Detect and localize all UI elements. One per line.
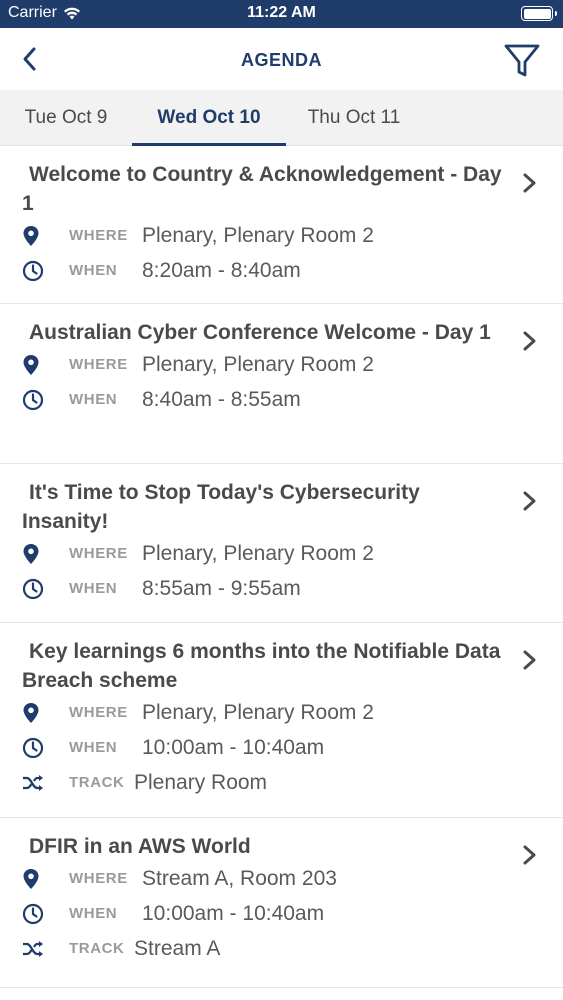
clock-icon xyxy=(22,903,44,924)
chevron-right-icon xyxy=(523,650,536,670)
where-label: WHERE xyxy=(69,227,128,244)
filter-icon[interactable] xyxy=(503,42,541,80)
when-value: 10:00am - 10:40am xyxy=(142,901,325,925)
clock-icon xyxy=(22,389,44,410)
when-value: 8:55am - 9:55am xyxy=(142,576,301,600)
clock-icon xyxy=(22,260,44,281)
where-label: WHERE xyxy=(69,870,128,887)
session-title: It's Time to Stop Today's Cybersecurity … xyxy=(22,481,420,533)
when-label: WHEN xyxy=(69,580,118,597)
where-value: Stream A, Room 203 xyxy=(142,866,337,890)
date-tabs: Tue Oct 9 Wed Oct 10 Thu Oct 11 xyxy=(0,90,563,146)
where-row: WHERE Plenary, Plenary Room 2 xyxy=(22,218,507,253)
track-value: Stream A xyxy=(134,936,221,960)
nav-bar: AGENDA xyxy=(0,28,563,90)
when-label: WHEN xyxy=(69,739,118,756)
session-title: DFIR in an AWS World xyxy=(29,835,251,858)
map-pin-icon xyxy=(23,868,39,889)
track-label: TRACK xyxy=(69,940,125,957)
where-value: Plenary, Plenary Room 2 xyxy=(142,352,374,376)
session-item[interactable]: Australian Cyber Conference Welcome - Da… xyxy=(0,304,563,464)
when-row: WHEN 8:40am - 8:55am xyxy=(22,382,507,417)
clock-icon xyxy=(22,578,44,599)
when-value: 10:00am - 10:40am xyxy=(142,735,325,759)
clock-icon xyxy=(22,737,44,758)
map-pin-icon xyxy=(23,543,39,564)
chevron-right-icon xyxy=(523,491,536,511)
page-title: AGENDA xyxy=(240,50,322,70)
track-row: TRACK Stream A xyxy=(22,931,507,966)
when-row: WHEN 8:55am - 9:55am xyxy=(22,571,507,606)
status-time: 11:22 AM xyxy=(247,4,316,21)
chevron-right-icon xyxy=(523,331,536,351)
when-row: WHEN 8:20am - 8:40am xyxy=(22,253,507,288)
where-row: WHERE Plenary, Plenary Room 2 xyxy=(22,695,507,730)
where-row: WHERE Plenary, Plenary Room 2 xyxy=(22,347,507,382)
status-bar: Carrier 11:22 AM xyxy=(0,0,563,28)
when-value: 8:40am - 8:55am xyxy=(142,387,301,411)
session-item[interactable]: It's Time to Stop Today's Cybersecurity … xyxy=(0,464,563,623)
when-label: WHEN xyxy=(69,391,118,408)
session-list: Welcome to Country & Acknowledgement - D… xyxy=(0,146,563,988)
where-label: WHERE xyxy=(69,545,128,562)
tab-wed-oct-10[interactable]: Wed Oct 10 xyxy=(132,90,286,146)
session-item[interactable]: DFIR in an AWS World WHERE Stream A, Roo… xyxy=(0,818,563,988)
where-label: WHERE xyxy=(69,704,128,721)
shuffle-icon xyxy=(23,940,43,957)
session-title: Australian Cyber Conference Welcome - Da… xyxy=(29,321,491,344)
session-item[interactable]: Welcome to Country & Acknowledgement - D… xyxy=(0,146,563,304)
track-label: TRACK xyxy=(69,774,125,791)
when-value: 8:20am - 8:40am xyxy=(142,258,301,282)
where-value: Plenary, Plenary Room 2 xyxy=(142,541,374,565)
where-row: WHERE Plenary, Plenary Room 2 xyxy=(22,536,507,571)
when-row: WHEN 10:00am - 10:40am xyxy=(22,730,507,765)
tab-tue-oct-9[interactable]: Tue Oct 9 xyxy=(14,90,118,146)
session-title: Welcome to Country & Acknowledgement - D… xyxy=(22,163,502,215)
session-item[interactable]: Key learnings 6 months into the Notifiab… xyxy=(0,623,563,818)
chevron-right-icon xyxy=(523,845,536,865)
where-row: WHERE Stream A, Room 203 xyxy=(22,861,507,896)
map-pin-icon xyxy=(23,354,39,375)
where-label: WHERE xyxy=(69,356,128,373)
where-value: Plenary, Plenary Room 2 xyxy=(142,223,374,247)
map-pin-icon xyxy=(23,225,39,246)
when-row: WHEN 10:00am - 10:40am xyxy=(22,896,507,931)
map-pin-icon xyxy=(23,702,39,723)
where-value: Plenary, Plenary Room 2 xyxy=(142,700,374,724)
track-value: Plenary Room xyxy=(134,770,268,794)
chevron-right-icon xyxy=(523,173,536,193)
when-label: WHEN xyxy=(69,905,118,922)
when-label: WHEN xyxy=(69,262,118,279)
battery-icon xyxy=(521,6,557,21)
tab-thu-oct-11[interactable]: Thu Oct 11 xyxy=(296,90,412,146)
track-row: TRACK Plenary Room xyxy=(22,765,507,800)
session-title: Key learnings 6 months into the Notifiab… xyxy=(22,640,501,692)
shuffle-icon xyxy=(23,774,43,791)
